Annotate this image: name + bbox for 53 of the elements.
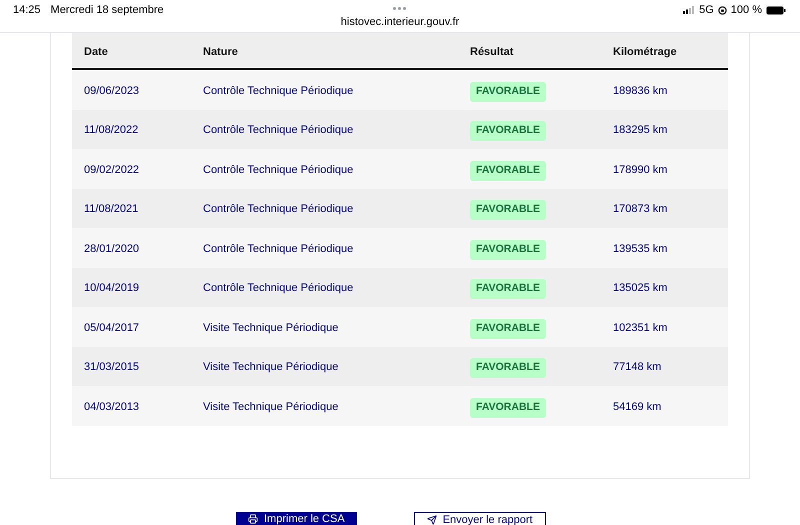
date-cell: 10/04/2019: [84, 282, 140, 294]
network-label: 5G: [699, 3, 714, 18]
result-badge: FAVORABLE: [470, 82, 546, 102]
mileage-cell: 170873 km: [613, 203, 668, 216]
date-cell: 31/03/2015: [84, 361, 140, 374]
print-button[interactable]: Imprimer le CSA: [236, 512, 357, 525]
battery-percent: 100 %: [730, 3, 762, 18]
signal-icon: [683, 6, 696, 14]
column-header: Résultat: [470, 46, 514, 58]
column-header: Nature: [203, 46, 238, 58]
date-cell: 11/08/2021: [84, 203, 138, 216]
send-button[interactable]: Envoyer le rapport: [414, 512, 546, 525]
result-badge: FAVORABLE: [470, 240, 546, 260]
column-header: Kilométrage: [613, 46, 677, 58]
result-badge: FAVORABLE: [470, 358, 546, 378]
battery-icon: [766, 6, 786, 15]
result-badge: FAVORABLE: [470, 279, 546, 299]
nature-cell: Contrôle Technique Périodique: [203, 282, 354, 294]
nature-cell: Contrôle Technique Périodique: [203, 164, 354, 176]
date-cell: 05/04/2017: [84, 322, 140, 334]
url-text[interactable]: histovec.interieur.gouv.fr: [340, 14, 460, 30]
mileage-cell: 102351 km: [613, 322, 668, 334]
mileage-cell: 139535 km: [613, 242, 668, 255]
nature-cell: Contrôle Technique Périodique: [203, 124, 354, 136]
mileage-cell: 189836 km: [613, 84, 668, 97]
result-badge: FAVORABLE: [470, 200, 546, 220]
more-dots-icon: [393, 7, 406, 10]
mileage-cell: 135025 km: [613, 282, 668, 294]
nature-cell: Contrôle Technique Périodique: [203, 203, 354, 216]
date-cell: 28/01/2020: [84, 242, 140, 255]
lock-rotation-icon: [718, 6, 727, 15]
result-badge: FAVORABLE: [470, 318, 546, 338]
nature-cell: Contrôle Technique Périodique: [203, 84, 354, 97]
result-badge: FAVORABLE: [470, 398, 546, 418]
date-cell: 09/06/2023: [84, 84, 140, 97]
date-cell: 11/08/2022: [84, 124, 138, 136]
printer-icon: [248, 514, 258, 524]
nature-cell: Visite Technique Périodique: [203, 322, 338, 334]
date-cell: 04/03/2013: [84, 400, 140, 413]
nature-cell: Visite Technique Périodique: [203, 361, 338, 374]
nature-cell: Visite Technique Périodique: [203, 400, 338, 413]
mileage-cell: 77148 km: [613, 361, 662, 374]
status-date: Mercredi 18 septembre: [50, 3, 164, 18]
result-badge: FAVORABLE: [470, 121, 546, 141]
nature-cell: Contrôle Technique Périodique: [203, 242, 354, 255]
mileage-cell: 183295 km: [613, 124, 668, 136]
send-icon: [426, 514, 437, 524]
mileage-cell: 178990 km: [613, 164, 668, 176]
mileage-cell: 54169 km: [613, 400, 662, 413]
date-cell: 09/02/2022: [84, 164, 140, 176]
status-time: 14:25: [13, 3, 41, 18]
result-badge: FAVORABLE: [470, 160, 546, 180]
column-header: Date: [84, 46, 108, 58]
